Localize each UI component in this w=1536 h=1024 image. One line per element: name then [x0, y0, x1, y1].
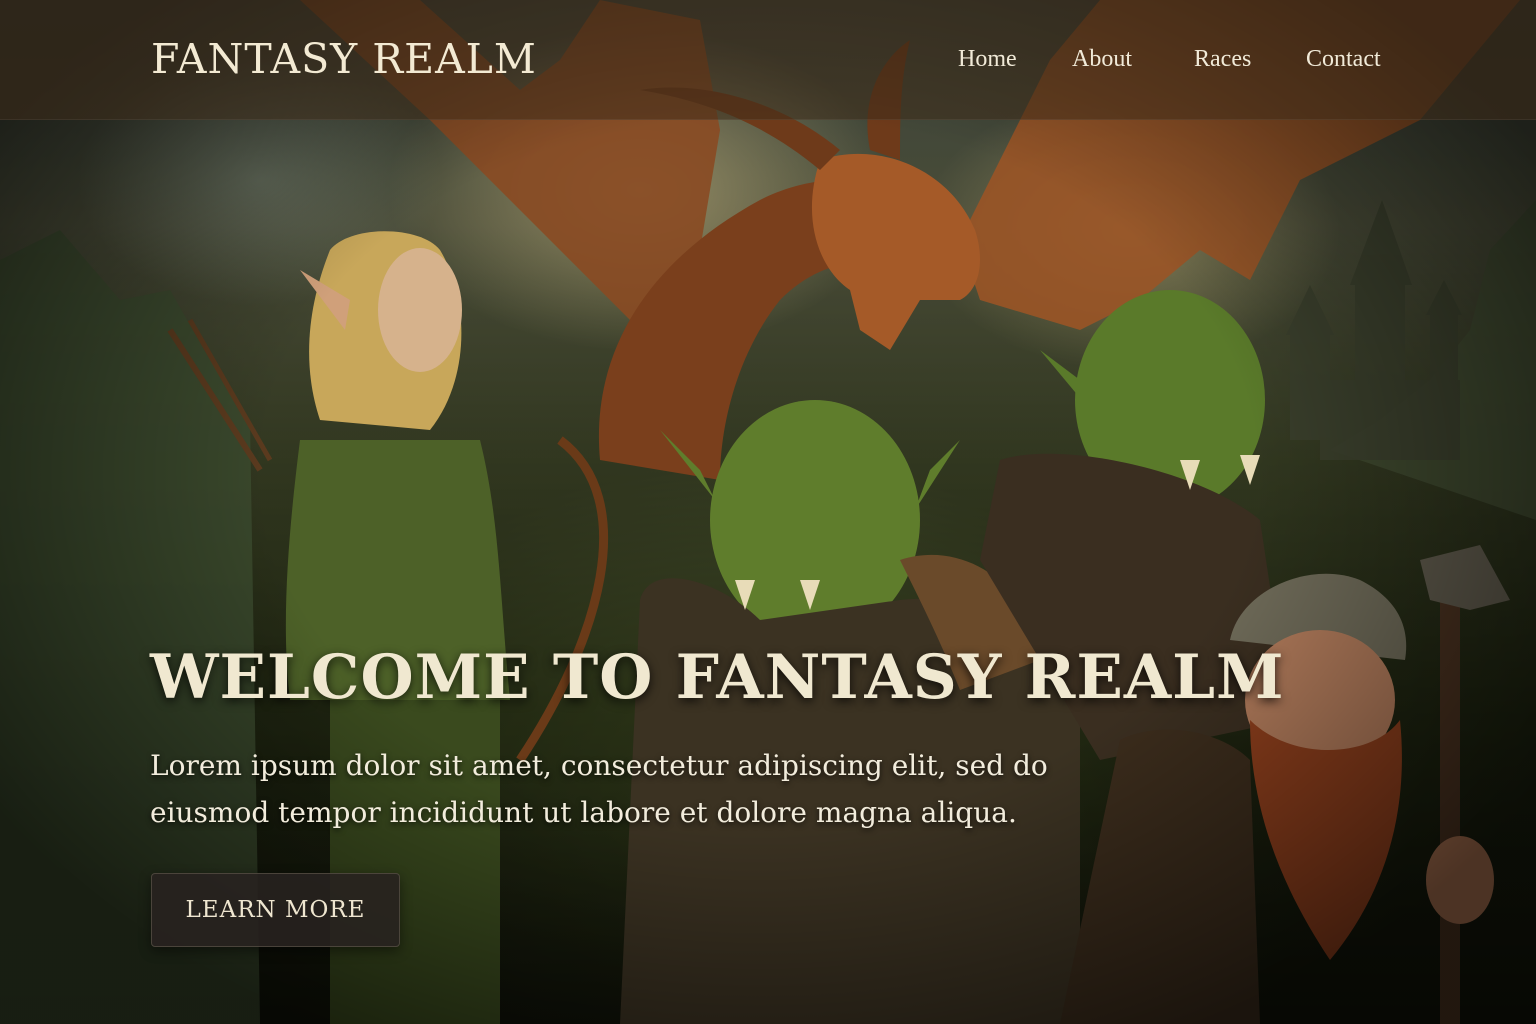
nav-link-races[interactable]: Races [1194, 44, 1306, 74]
hero-title: WELCOME TO FANTASY REALM [150, 642, 1285, 713]
vignette-overlay [0, 0, 1536, 1024]
main-nav: Home About Races Contact [958, 44, 1381, 74]
nav-link-about[interactable]: About [1072, 44, 1194, 74]
hero-description: Lorem ipsum dolor sit amet, consectetur … [150, 749, 1048, 829]
top-navbar: FANTASY REALM Home About Races Contact [0, 0, 1536, 120]
learn-more-button[interactable]: LEARN MORE [151, 873, 400, 947]
site-brand-logo[interactable]: FANTASY REALM [151, 34, 537, 84]
nav-link-home[interactable]: Home [958, 44, 1072, 74]
hero-background [0, 0, 1536, 1024]
nav-link-contact[interactable]: Contact [1306, 44, 1381, 74]
